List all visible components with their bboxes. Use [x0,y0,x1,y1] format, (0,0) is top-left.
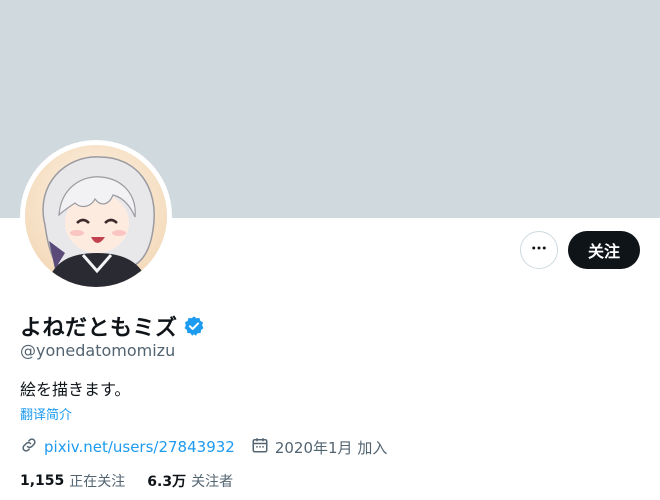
more-horizontal-icon [530,239,548,261]
website-link[interactable]: pixiv.net/users/27843932 [44,438,235,456]
following-count: 1,155 [20,473,65,489]
avatar-image [25,145,167,287]
translate-bio-link[interactable]: 翻译简介 [20,404,72,423]
bio: 絵を描きます。 [20,380,131,399]
following-stat[interactable]: 1,155 正在关注 [20,471,125,491]
display-name: よねだともミズ [20,316,178,341]
calendar-icon [251,436,269,458]
handle: @yonedatomomizu [20,341,176,360]
followers-stat[interactable]: 6.3万 关注者 [147,471,233,491]
link-icon [20,436,38,458]
more-options-button[interactable] [520,231,558,269]
joined-item: 2020年1月 加入 [251,436,388,458]
follow-button[interactable]: 关注 [568,231,640,269]
verified-badge-icon[interactable] [183,315,205,337]
follow-stats: 1,155 正在关注 6.3万 关注者 [20,471,233,491]
joined-date: 2020年1月 加入 [274,438,388,457]
avatar[interactable] [20,140,172,292]
display-name-row: よねだともミズ [20,310,205,342]
website-item: pixiv.net/users/27843932 [20,436,235,458]
profile-page: 关注 よねだともミズ @yonedatomomizu 絵を描きます。 翻译简介 … [0,0,660,500]
followers-count: 6.3万 [147,474,187,490]
followers-label: 关注者 [191,474,234,490]
following-label: 正在关注 [69,474,126,490]
profile-meta: pixiv.net/users/27843932 2020年1月 加入 [20,436,387,458]
